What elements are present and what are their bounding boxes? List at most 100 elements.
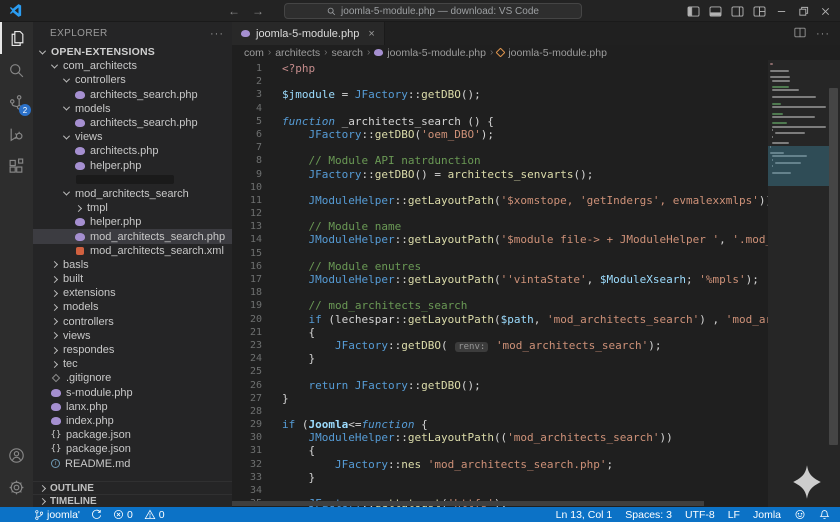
tree-item-models[interactable]: models — [33, 300, 232, 314]
tree-item-basls[interactable]: basls — [33, 258, 232, 272]
code-editor[interactable]: 1<?php23$jmodule = JFactory::getDBO();45… — [232, 60, 840, 507]
nav-forward-icon[interactable]: → — [252, 4, 264, 18]
code-line-1[interactable]: 1<?php — [232, 62, 768, 75]
feedback-item[interactable] — [794, 509, 806, 520]
explorer-icon[interactable] — [0, 22, 33, 54]
timeline-section[interactable]: TIMELINE — [33, 494, 232, 507]
errors-item[interactable]: 0 — [113, 509, 133, 521]
code-line-17[interactable]: 17 JModuleHelper::getLayoutPath(''vintaS… — [232, 273, 768, 286]
tree-item-views[interactable]: views — [33, 130, 232, 144]
code-line-11[interactable]: 11 JModuleHelper::getLayoutPath('$xomsto… — [232, 194, 768, 207]
tree-item-controllers[interactable]: controllers — [33, 73, 232, 87]
command-center-search[interactable]: joomla-5-module.php — download: VS Code — [284, 3, 582, 19]
code-line-29[interactable]: 29if (Joomla<=function { — [232, 418, 768, 431]
cursor-position[interactable]: Ln 13, Col 1 — [556, 509, 613, 521]
run-debug-icon[interactable] — [0, 118, 33, 150]
code-line-30[interactable]: 30 JModuleHelper::getLayoutPath(('mod_ar… — [232, 431, 768, 444]
code-line-16[interactable]: 16 // Module enutres — [232, 260, 768, 273]
language-mode[interactable]: Jomla — [753, 509, 781, 521]
search-icon[interactable] — [0, 54, 33, 86]
tree-item-models[interactable]: models — [33, 102, 232, 116]
tree-item-extensions[interactable]: extensions — [33, 286, 232, 300]
tree-item-tec[interactable]: tec — [33, 357, 232, 371]
code-line-8[interactable]: 8 // Module API natrdunction — [232, 154, 768, 167]
toggle-panel-icon[interactable] — [704, 0, 726, 22]
git-branch-item[interactable]: joomla' — [34, 509, 80, 521]
breadcrumb-architects[interactable]: architects — [275, 47, 320, 59]
tree-item-built[interactable]: built — [33, 272, 232, 286]
tree-item-open-extensions[interactable]: OPEN-EXTENSIONS — [33, 45, 232, 59]
code-line-27[interactable]: 27} — [232, 392, 768, 405]
breadcrumb-search[interactable]: search — [331, 47, 363, 59]
code-line-7[interactable]: 7 — [232, 141, 768, 154]
nav-back-icon[interactable]: ← — [228, 4, 240, 18]
code-line-24[interactable]: 24 } — [232, 352, 768, 365]
code-line-18[interactable]: 18 — [232, 286, 768, 299]
source-control-icon[interactable]: 2 — [0, 86, 33, 118]
tab-joomla-5-module[interactable]: joomla-5-module.php × — [232, 22, 385, 45]
tree-item-tmpl[interactable]: tmpl — [33, 201, 232, 215]
restore-icon[interactable] — [792, 0, 814, 22]
code-line-20[interactable]: 20 if (lechespar::getLayoutPath($path, '… — [232, 313, 768, 326]
sync-item[interactable] — [91, 509, 102, 520]
tree-item-architects-search-php[interactable]: architects_search.php — [33, 116, 232, 130]
code-line-13[interactable]: 13 // Module name — [232, 220, 768, 233]
eol[interactable]: LF — [728, 509, 740, 521]
toggle-secondary-sidebar-icon[interactable] — [726, 0, 748, 22]
tree-item-index-php[interactable]: index.php — [33, 414, 232, 428]
tree-item-mod-architects-search-php[interactable]: mod_architects_search.php — [33, 229, 232, 243]
minimap[interactable] — [768, 60, 840, 507]
outline-section[interactable]: OUTLINE — [33, 481, 232, 494]
close-window-icon[interactable] — [814, 0, 836, 22]
warnings-item[interactable]: 0 — [144, 509, 165, 521]
encoding[interactable]: UTF-8 — [685, 509, 715, 521]
extensions-icon[interactable] — [0, 150, 33, 182]
settings-gear-icon[interactable] — [0, 471, 33, 503]
notifications-item[interactable] — [819, 509, 830, 520]
code-line-26[interactable]: 26 return JFactory::getDBO(); — [232, 379, 768, 392]
tab-close-icon[interactable]: × — [368, 28, 374, 40]
code-line-3[interactable]: 3$jmodule = JFactory::getDBO(); — [232, 88, 768, 101]
code-line-14[interactable]: 14 JModuleHelper::getLayoutPath('$module… — [232, 233, 768, 246]
tree-item-architects-search-php[interactable]: architects_search.php — [33, 88, 232, 102]
tree-item-views[interactable]: views — [33, 329, 232, 343]
code-line-5[interactable]: 5function _architects_search () { — [232, 115, 768, 128]
tree-item-com-architects[interactable]: com_architects — [33, 59, 232, 73]
code-line-33[interactable]: 33 } — [232, 471, 768, 484]
indentation[interactable]: Spaces: 3 — [625, 509, 672, 521]
minimize-icon[interactable] — [770, 0, 792, 22]
breadcrumb-com[interactable]: com — [244, 47, 264, 59]
code-line-21[interactable]: 21 { — [232, 326, 768, 339]
code-line-23[interactable]: 23 JFactory::getDBO( renv: 'mod_architec… — [232, 339, 768, 352]
copilot-sparkle-icon[interactable] — [790, 464, 824, 503]
breadcrumb-joomla-5-module-php[interactable]: joomla-5-module.php — [374, 47, 486, 59]
tree-item-mod-architects-search[interactable]: mod_architects_search — [33, 187, 232, 201]
tree-item-package-json[interactable]: {}package.json — [33, 442, 232, 456]
editor-more-actions-icon[interactable]: ··· — [816, 28, 830, 40]
code-line-28[interactable]: 28 — [232, 405, 768, 418]
horizontal-scrollbar[interactable] — [232, 501, 704, 506]
tree-item-s-module-php[interactable]: s-module.php — [33, 386, 232, 400]
vertical-scrollbar[interactable] — [829, 88, 838, 445]
code-line-31[interactable]: 31 { — [232, 444, 768, 457]
tree-item-mod-architects-search-xml[interactable]: mod_architects_search.xml — [33, 244, 232, 258]
tree-item-helper-php[interactable]: helper.php — [33, 215, 232, 229]
tree-item-readme-md[interactable]: iREADME.md — [33, 456, 232, 470]
customize-layout-icon[interactable] — [748, 0, 770, 22]
explorer-more-actions-icon[interactable]: ··· — [210, 28, 224, 40]
code-line-34[interactable]: 34 — [232, 484, 768, 497]
code-line-19[interactable]: 19 // mod_architects_search — [232, 299, 768, 312]
tree-item-helper-php[interactable]: helper.php — [33, 159, 232, 173]
split-editor-icon[interactable] — [794, 25, 806, 43]
tree-item-architects-php[interactable]: architects.php — [33, 144, 232, 158]
tree-item--gitignore[interactable]: .gitignore — [33, 371, 232, 385]
code-line-2[interactable]: 2 — [232, 75, 768, 88]
code-line-25[interactable]: 25 — [232, 365, 768, 378]
tree-item-controllers[interactable]: controllers — [33, 315, 232, 329]
code-line-4[interactable]: 4 — [232, 102, 768, 115]
code-line-12[interactable]: 12 — [232, 207, 768, 220]
tree-item-lanx-php[interactable]: lanx.php — [33, 400, 232, 414]
tree-item-respondes[interactable]: respondes — [33, 343, 232, 357]
minimap-viewport[interactable] — [768, 146, 830, 186]
toggle-sidebar-icon[interactable] — [682, 0, 704, 22]
